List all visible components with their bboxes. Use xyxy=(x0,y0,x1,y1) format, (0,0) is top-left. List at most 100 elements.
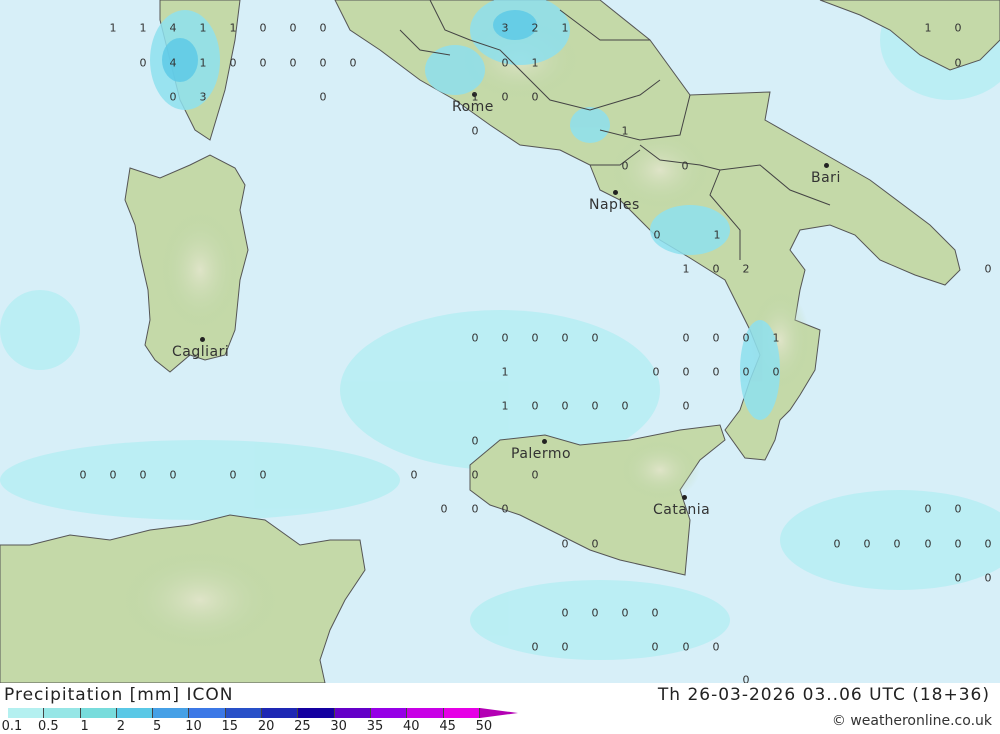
precip-value: 0 xyxy=(651,640,659,654)
precip-value: 0 xyxy=(319,90,327,104)
scale-tick-label: 15 xyxy=(221,719,239,734)
precip-value: 0 xyxy=(319,21,327,35)
precip-value: 4 xyxy=(169,21,177,35)
city-label: Naples xyxy=(589,197,640,213)
precip-value: 0 xyxy=(954,537,962,551)
precip-value: 0 xyxy=(531,640,539,654)
city-dot-icon xyxy=(613,190,618,195)
map-title: Precipitation [mm] ICON xyxy=(4,685,234,705)
city-naples: Naples xyxy=(589,190,640,213)
scale-tick-label: 20 xyxy=(257,719,275,734)
precip-value: 0 xyxy=(169,90,177,104)
precip-value: 0 xyxy=(169,468,177,482)
precip-value: 0 xyxy=(349,56,357,70)
precip-value: 0 xyxy=(229,56,237,70)
precip-value: 0 xyxy=(139,56,147,70)
scale-tick-label: 40 xyxy=(403,719,420,734)
precip-value: 0 xyxy=(712,331,720,345)
city-label: Bari xyxy=(811,170,841,186)
scale-tick-label: 1 xyxy=(80,719,89,734)
precip-value: 0 xyxy=(833,537,841,551)
precip-value: 0 xyxy=(621,606,629,620)
scale-tick-label: 0.5 xyxy=(37,719,59,734)
precip-value: 0 xyxy=(954,56,962,70)
precip-value: 2 xyxy=(742,262,750,276)
precipitation-map: Rome Naples Bari Cagliari Palermo Catani… xyxy=(0,0,1000,683)
precip-value: 0 xyxy=(319,56,327,70)
precip-value: 0 xyxy=(229,468,237,482)
precip-value: 0 xyxy=(561,640,569,654)
precip-value: 0 xyxy=(954,571,962,585)
precip-value: 0 xyxy=(924,502,932,516)
city-label: Catania xyxy=(653,502,711,518)
precip-value: 0 xyxy=(954,502,962,516)
precip-value: 0 xyxy=(682,331,690,345)
scale-swatch xyxy=(189,708,226,718)
precip-value: 0 xyxy=(471,124,479,138)
precip-value: 0 xyxy=(863,537,871,551)
precip-value: 0 xyxy=(712,262,720,276)
precip-value: 0 xyxy=(471,331,479,345)
precip-value: 1 xyxy=(621,124,629,138)
valid-time: Th 26-03-2026 03..06 UTC (18+36) xyxy=(657,685,990,705)
scale-swatch xyxy=(443,708,480,718)
city-dot-icon xyxy=(542,439,547,444)
precip-value: 0 xyxy=(471,468,479,482)
scale-arrow-icon xyxy=(479,708,518,718)
precip-value: 0 xyxy=(924,537,932,551)
precip-value: 0 xyxy=(591,606,599,620)
precip-value: 1 xyxy=(139,21,147,35)
precip-value: 1 xyxy=(109,21,117,35)
precip-value: 3 xyxy=(501,21,509,35)
city-label: Palermo xyxy=(511,446,572,462)
precip-value: 0 xyxy=(561,399,569,413)
precip-value: 0 xyxy=(712,640,720,654)
precip-value: 0 xyxy=(109,468,117,482)
sicily-land xyxy=(469,424,726,576)
precip-value: 0 xyxy=(531,468,539,482)
scale-swatch xyxy=(153,708,190,718)
scale-tick-label: 25 xyxy=(294,719,311,734)
precip-value: 0 xyxy=(591,537,599,551)
map-footer: Precipitation [mm] ICON Th 26-03-2026 03… xyxy=(0,683,1000,734)
scale-tick-label: 5 xyxy=(153,719,162,734)
scale-swatch xyxy=(116,708,154,718)
precip-value: 0 xyxy=(591,331,599,345)
precip-value: 1 xyxy=(924,21,932,35)
precip-value: 1 xyxy=(531,56,539,70)
precip-value: 0 xyxy=(289,21,297,35)
precip-value: 0 xyxy=(259,56,267,70)
precip-value: 0 xyxy=(591,399,599,413)
precip-value: 0 xyxy=(742,331,750,345)
precip-value: 0 xyxy=(501,56,509,70)
precip-value: 0 xyxy=(984,262,992,276)
precip-value: 0 xyxy=(653,228,661,242)
precip-value: 0 xyxy=(682,365,690,379)
precip-value: 1 xyxy=(501,365,509,379)
precip-value: 3 xyxy=(199,90,207,104)
precip-value: 0 xyxy=(531,331,539,345)
precip-value: 0 xyxy=(984,537,992,551)
precip-value: 0 xyxy=(772,365,780,379)
precip-value: 0 xyxy=(471,502,479,516)
precip-value: 0 xyxy=(893,537,901,551)
precip-value: 0 xyxy=(501,90,509,104)
precip-value: 0 xyxy=(652,365,660,379)
city-catania: Catania xyxy=(653,495,711,518)
precip-value: 0 xyxy=(651,606,659,620)
map-geography xyxy=(0,0,1000,683)
credit-link[interactable]: © weatheronline.co.uk xyxy=(832,713,992,729)
scale-tick-label: 30 xyxy=(330,719,347,734)
scale-tick-label: 35 xyxy=(366,719,384,734)
precip-value: 1 xyxy=(772,331,780,345)
scale-tick-label: 10 xyxy=(185,719,202,734)
precip-value: 0 xyxy=(621,159,629,173)
city-dot-icon xyxy=(824,163,829,168)
scale-swatch xyxy=(225,708,263,718)
precip-value: 1 xyxy=(471,90,479,104)
precip-value: 0 xyxy=(289,56,297,70)
precip-value: 4 xyxy=(169,56,177,70)
precip-value: 0 xyxy=(531,90,539,104)
city-cagliari: Cagliari xyxy=(172,337,229,360)
precip-value: 0 xyxy=(561,537,569,551)
